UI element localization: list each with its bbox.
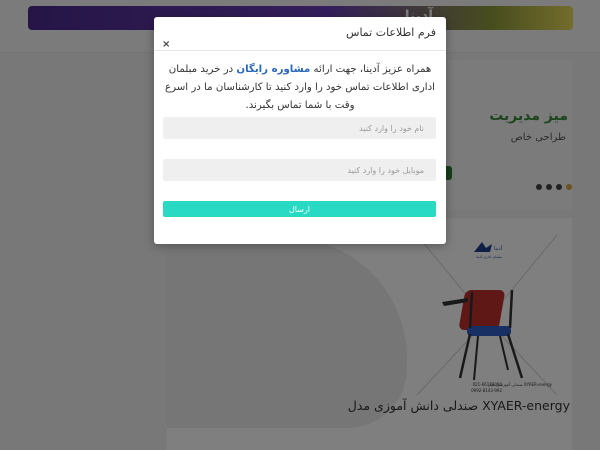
modal-intro-text: همراه عزیز آدینا، جهت ارائه مشاوره رایگا… <box>162 61 438 115</box>
name-input[interactable] <box>163 117 436 139</box>
mobile-input[interactable] <box>163 159 436 181</box>
intro-text-start: همراه عزیز آدینا، جهت ارائه <box>310 64 432 75</box>
close-icon[interactable]: × <box>162 40 170 50</box>
modal-header: فرم اطلاعات تماس × <box>154 17 446 51</box>
modal-title: فرم اطلاعات تماس <box>346 26 436 39</box>
contact-form-modal: فرم اطلاعات تماس × همراه عزیز آدینا، جهت… <box>154 17 446 244</box>
submit-button[interactable]: ارسال <box>163 201 436 217</box>
free-consultation-highlight: مشاوره رایگان <box>236 64 311 75</box>
